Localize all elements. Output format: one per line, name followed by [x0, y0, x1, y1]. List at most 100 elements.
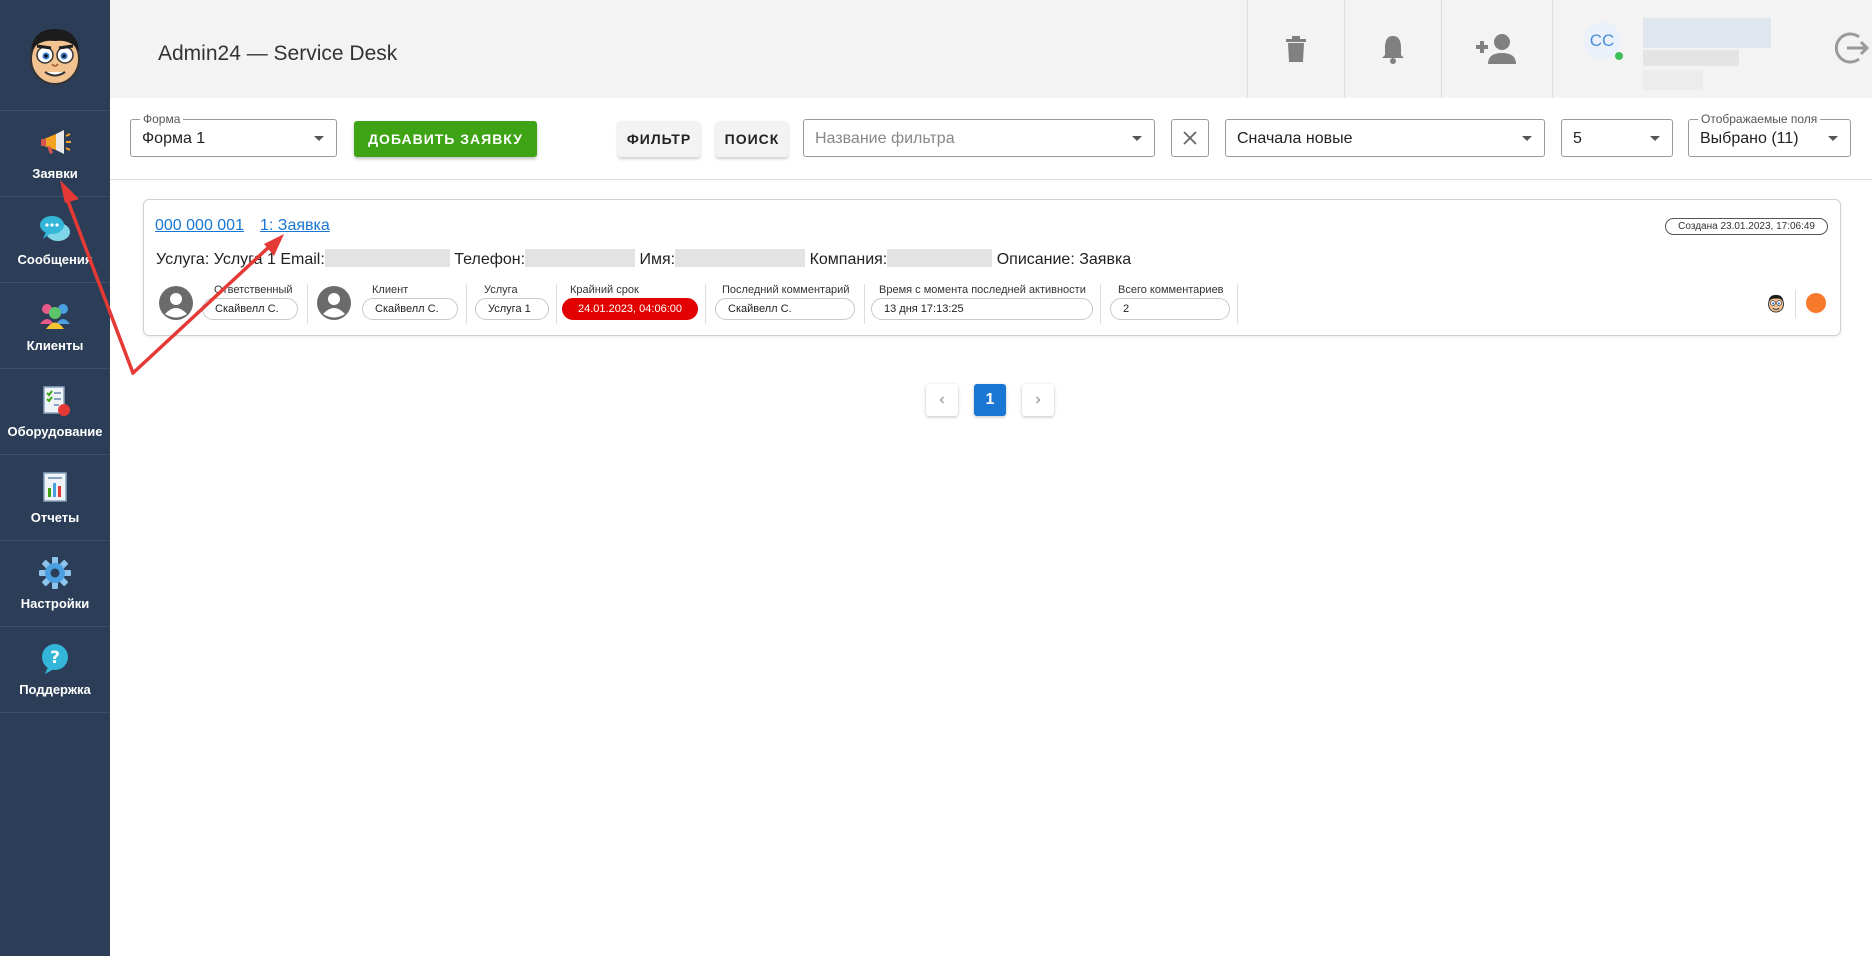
displayed-fields-select[interactable]: Отображаемые поля Выбрано (11)	[1688, 112, 1851, 157]
deadline-value: 24.01.2023, 04:06:00	[562, 298, 698, 320]
svg-text:?: ?	[50, 648, 60, 668]
displayed-fields-value: Выбрано (11)	[1700, 130, 1799, 147]
sidebar-item-support[interactable]: ? Поддержка	[0, 627, 110, 713]
user-avatar-icon	[317, 286, 351, 320]
last-comment-label: Последний комментарий	[722, 284, 850, 296]
sidebar-item-messages[interactable]: Сообщения	[0, 197, 110, 283]
logout-button[interactable]	[1832, 28, 1872, 68]
sort-select-value: Сначала новые	[1237, 130, 1353, 147]
mascot-avatar-icon[interactable]	[1766, 293, 1786, 313]
user-profile[interactable]: CC	[1552, 0, 1771, 98]
redacted-company	[887, 249, 993, 267]
displayed-fields-label: Отображаемые поля	[1698, 112, 1821, 126]
sort-select[interactable]: Сначала новые	[1225, 119, 1545, 157]
next-page-button[interactable]: ›	[1022, 384, 1054, 416]
chevron-down-icon	[1650, 136, 1660, 141]
sidebar-item-equipment[interactable]: Оборудование	[0, 369, 110, 455]
deadline-label: Крайний срок	[570, 284, 639, 296]
divider	[466, 284, 467, 324]
divider	[556, 284, 557, 324]
redacted-user-role	[1643, 70, 1703, 90]
report-chart-icon	[38, 470, 72, 504]
company-label: Компания:	[809, 251, 888, 268]
sidebar-item-requests[interactable]: Заявки	[0, 111, 110, 197]
redacted-user-email	[1643, 50, 1739, 66]
divider	[1100, 284, 1101, 324]
description-label: Описание:	[996, 251, 1075, 268]
service-meta-value[interactable]: Услуга 1	[475, 298, 549, 320]
form-select-label: Форма	[140, 112, 184, 126]
add-user-button[interactable]	[1441, 0, 1552, 98]
search-button[interactable]: ПОИСК	[716, 121, 788, 157]
filter-name-select[interactable]: Название фильтра	[803, 119, 1155, 157]
sidebar-item-label: Поддержка	[19, 682, 91, 697]
notifications-button[interactable]	[1344, 0, 1441, 98]
divider	[705, 284, 706, 324]
ticket-card[interactable]: 000 000 001 1: Заявка Создана 23.01.2023…	[143, 199, 1841, 336]
name-label: Имя:	[639, 251, 676, 268]
divider	[307, 284, 308, 324]
last-comment-value[interactable]: Скайвелл С.	[715, 298, 855, 320]
ticket-title-link[interactable]: 1: Заявка	[260, 217, 330, 235]
users-group-icon	[38, 298, 72, 332]
mascot-logo-icon	[30, 29, 80, 85]
redacted-email	[324, 249, 450, 267]
service-value: Услуга 1	[213, 251, 276, 268]
question-bubble-icon: ?	[38, 642, 72, 676]
bell-icon	[1382, 36, 1404, 64]
since-activity-value: 13 дня 17:13:25	[871, 298, 1093, 320]
trash-button[interactable]	[1247, 0, 1344, 98]
form-select-value: Форма 1	[142, 130, 206, 147]
chevron-down-icon	[1522, 136, 1532, 141]
client-value[interactable]: Скайвелл С.	[362, 298, 458, 320]
sidebar-item-label: Заявки	[32, 166, 78, 181]
trash-icon	[1286, 36, 1306, 62]
ticket-info-line: Услуга: Услуга 1 Email: Телефон: Имя: Ко…	[156, 249, 1131, 269]
logo[interactable]	[0, 0, 110, 111]
per-page-select[interactable]: 5	[1561, 119, 1673, 157]
sidebar-item-label: Сообщения	[17, 252, 93, 267]
form-select[interactable]: Форма Форма 1	[130, 112, 337, 157]
service-label: Услуга:	[156, 251, 210, 268]
description-value: Заявка	[1079, 251, 1132, 268]
close-icon	[1183, 131, 1197, 145]
responsible-value[interactable]: Скайвелл С.	[202, 298, 298, 320]
phone-label: Телефон:	[454, 251, 526, 268]
page-1-button[interactable]: 1	[974, 384, 1006, 416]
total-comments-value: 2	[1110, 298, 1230, 320]
user-avatar-icon	[159, 286, 193, 320]
sidebar-item-label: Клиенты	[26, 338, 84, 353]
responsible-label: Ответственный	[214, 284, 293, 296]
clear-filter-button[interactable]	[1171, 119, 1209, 157]
sidebar-item-settings[interactable]: Настройки	[0, 541, 110, 627]
total-comments-label: Всего комментариев	[1118, 284, 1224, 296]
sidebar-item-reports[interactable]: Отчеты	[0, 455, 110, 541]
redacted-name	[675, 249, 806, 267]
filter-name-placeholder: Название фильтра	[815, 130, 955, 147]
per-page-value: 5	[1573, 130, 1582, 147]
ticket-toolbar: Форма Форма 1 ДОБАВИТЬ ЗАЯВКУ ФИЛЬТР ПОИ…	[110, 98, 1872, 180]
sidebar-item-label: Отчеты	[30, 510, 80, 525]
since-activity-label: Время с момента последней активности	[879, 284, 1086, 296]
prev-page-button[interactable]: ‹	[926, 384, 958, 416]
chevron-down-icon	[1828, 136, 1838, 141]
divider	[1237, 284, 1238, 324]
sidebar-item-label: Настройки	[20, 596, 90, 611]
add-ticket-button[interactable]: ДОБАВИТЬ ЗАЯВКУ	[354, 121, 537, 157]
service-meta-label: Услуга	[484, 284, 518, 296]
gear-icon	[38, 556, 72, 590]
megaphone-icon	[38, 126, 72, 160]
checklist-icon	[38, 384, 72, 418]
sidebar: Заявки Сообщения Клиенты Оборудование От…	[0, 0, 110, 956]
top-header: Admin24 — Service Desk CC	[110, 0, 1872, 99]
logout-icon	[1834, 32, 1870, 64]
sidebar-item-clients[interactable]: Клиенты	[0, 283, 110, 369]
app-title: Admin24 — Service Desk	[158, 42, 398, 65]
add-user-icon	[1476, 34, 1516, 64]
created-date-badge: Создана 23.01.2023, 17:06:49	[1665, 218, 1828, 235]
sidebar-item-label: Оборудование	[7, 424, 103, 439]
status-indicator-dot[interactable]	[1806, 293, 1826, 313]
filter-button[interactable]: ФИЛЬТР	[618, 121, 700, 157]
ticket-number-link[interactable]: 000 000 001	[155, 217, 244, 235]
chevron-down-icon	[314, 136, 324, 141]
